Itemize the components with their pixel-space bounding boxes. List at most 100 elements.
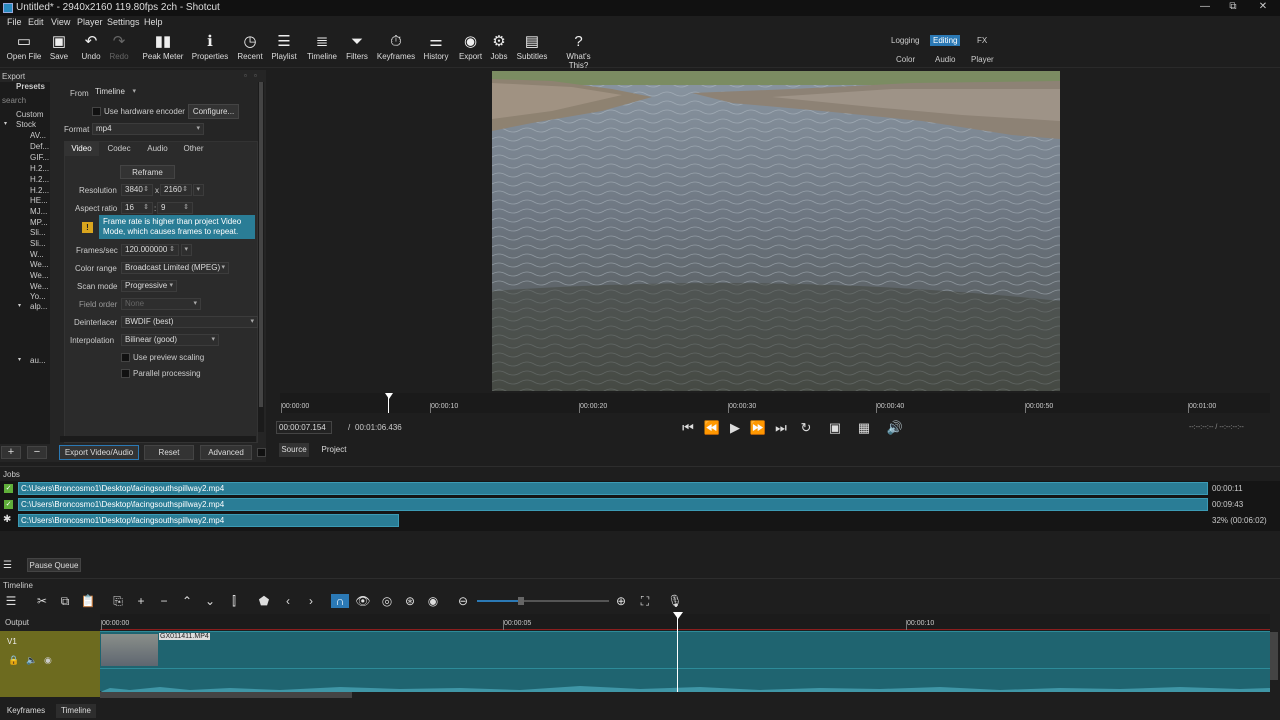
resolution-width-input[interactable]: 3840 ⇕ (121, 184, 153, 196)
save-button[interactable]: ▣ Save (47, 32, 71, 61)
menu-player[interactable]: Player (77, 17, 103, 27)
timeline-ruler[interactable]: 00:00:00 00:00:05 00:00:10 (100, 614, 1270, 630)
add-icon[interactable]: + (132, 594, 150, 608)
marker-icon[interactable]: ⬟ (255, 594, 273, 608)
tab-project[interactable]: Project (316, 443, 352, 457)
preset-item[interactable]: Def... (30, 142, 49, 151)
reframe-button[interactable]: Reframe (120, 165, 175, 179)
player-ruler[interactable]: 00:00:00 00:00:10 00:00:20 00:00:30 00:0… (280, 393, 1270, 413)
tab-keyframes[interactable]: Keyframes (2, 704, 50, 718)
preset-search-input[interactable]: search (2, 96, 26, 105)
timeline-menu-icon[interactable]: ☰ (2, 594, 20, 608)
scrub-icon[interactable]: 👁 (354, 594, 372, 608)
loop-icon[interactable]: ↻ (797, 420, 815, 436)
preset-item[interactable]: H.2... (30, 164, 49, 173)
resolution-preset-select[interactable]: ▾ (193, 184, 204, 196)
ripple-all-icon[interactable]: ⊛ (401, 594, 419, 608)
jobs-button[interactable]: ⚙ Jobs (489, 32, 509, 61)
preset-item[interactable]: HE... (30, 196, 48, 205)
field-order-select[interactable]: None ▾ (121, 298, 201, 310)
preset-item[interactable]: Stock (16, 120, 36, 129)
menu-file[interactable]: File (7, 17, 22, 27)
menu-settings[interactable]: Settings (107, 17, 140, 27)
preset-item[interactable]: We... (30, 271, 49, 280)
parallel-processing-checkbox[interactable] (121, 369, 130, 378)
split-icon[interactable]: ⫿ (225, 594, 243, 609)
reset-button[interactable]: Reset (144, 445, 194, 460)
filters-button[interactable]: ⏷ Filters (344, 32, 370, 61)
grid-icon[interactable]: ▦ (855, 420, 873, 436)
export-video-audio-button[interactable]: Export Video/Audio (59, 445, 139, 460)
preset-item[interactable]: H.2... (30, 186, 49, 195)
preset-item[interactable]: MJ... (30, 207, 47, 216)
playlist-button[interactable]: ☰ Playlist (269, 32, 299, 61)
remove-preset-button[interactable]: − (27, 446, 47, 459)
video-track-clip[interactable]: GX011411.MP4 (100, 631, 1270, 692)
float-icon[interactable]: ▫ (244, 71, 247, 80)
layout-audio[interactable]: Audio (935, 55, 955, 64)
cut-icon[interactable]: ✂ (33, 594, 51, 608)
close-button[interactable]: ✕ (1248, 0, 1278, 14)
zoom-in-icon[interactable]: ⊕ (612, 594, 630, 608)
append-icon[interactable]: ⎘ (109, 594, 127, 609)
expand-arrow-icon[interactable]: ▾ (18, 302, 21, 309)
ripple-icon[interactable]: ◎ (378, 594, 396, 608)
skip-next-icon[interactable]: ⏭ (772, 420, 790, 436)
mute-icon[interactable]: 🔈 (26, 655, 37, 666)
tab-source[interactable]: Source (279, 443, 309, 457)
recent-button[interactable]: ◷ Recent (235, 32, 265, 61)
record-audio-icon[interactable]: 🎙 (666, 594, 684, 608)
layout-logging[interactable]: Logging (891, 36, 919, 45)
tab-codec[interactable]: Codec (101, 142, 137, 156)
lift-icon[interactable]: ⌃ (178, 594, 196, 608)
paste-icon[interactable]: 📋 (79, 594, 97, 608)
timecode-input[interactable]: 00:00:07.154 (276, 421, 332, 434)
next-marker-icon[interactable]: › (302, 594, 320, 608)
lock-icon[interactable]: 🔒 (8, 655, 19, 666)
preset-item[interactable]: We... (30, 282, 49, 291)
redo-button[interactable]: ↷ Redo (108, 32, 130, 61)
preset-item[interactable]: MP... (30, 218, 48, 227)
restore-button[interactable]: ⧉ (1218, 0, 1248, 14)
job-row[interactable]: C:\Users\Broncosmo1\Desktop\facingsouths… (18, 482, 1208, 495)
advanced-button[interactable]: Advanced (200, 445, 252, 460)
fps-input[interactable]: 120.000000 ⇕ (121, 244, 179, 256)
timeline-vertical-scrollbar[interactable] (1270, 632, 1278, 680)
fps-preset-select[interactable]: ▾ (181, 244, 192, 256)
volume-icon[interactable]: 🔊 (886, 420, 904, 436)
previous-marker-icon[interactable]: ‹ (279, 594, 297, 608)
timeline-playhead[interactable] (677, 612, 678, 692)
layout-player[interactable]: Player (971, 55, 994, 64)
job-row[interactable]: C:\Users\Broncosmo1\Desktop\facingsouths… (18, 514, 399, 527)
menu-help[interactable]: Help (144, 17, 163, 27)
open-file-button[interactable]: ▭ Open File (5, 32, 43, 61)
preview-scaling-checkbox[interactable] (121, 353, 130, 362)
preset-item[interactable]: au... (30, 356, 46, 365)
preset-item[interactable]: H.2... (30, 175, 49, 184)
export-button[interactable]: ◉ Export (457, 32, 484, 61)
deinterlacer-select[interactable]: BWDIF (best) ▾ (121, 316, 258, 328)
zoom-slider[interactable] (477, 597, 609, 605)
resolution-height-input[interactable]: 2160 ⇕ (160, 184, 192, 196)
track-header-v1[interactable]: V1 🔒 🔈 ◉ (0, 631, 100, 697)
layout-editing[interactable]: Editing (930, 35, 961, 46)
aspect-width-input[interactable]: 16 ⇕ (121, 202, 153, 214)
horizontal-scrollbar[interactable] (60, 436, 256, 442)
preset-item[interactable]: GIF... (30, 153, 49, 162)
whats-this-button[interactable]: ? What's This? (556, 32, 601, 70)
scan-mode-select[interactable]: Progressive ▾ (121, 280, 177, 292)
layout-fx[interactable]: FX (977, 36, 987, 45)
overwrite-icon[interactable]: ⌄ (201, 594, 219, 608)
configure-button[interactable]: Configure... (188, 104, 239, 119)
pause-queue-button[interactable]: Pause Queue (27, 558, 81, 572)
close-panel-icon[interactable]: ▫ (254, 71, 257, 80)
copy-icon[interactable]: ⧉ (56, 594, 74, 609)
timeline-button[interactable]: ≣ Timeline (304, 32, 340, 61)
advanced-toggle-checkbox[interactable] (257, 448, 266, 457)
preset-item[interactable]: Sli... (30, 228, 46, 237)
vertical-scrollbar[interactable] (258, 82, 264, 432)
undo-button[interactable]: ↶ Undo (78, 32, 104, 61)
jobs-menu-button[interactable]: ☰ (3, 560, 12, 571)
visibility-icon[interactable]: ◉ (44, 655, 52, 666)
zoom-fit-icon[interactable]: ⛶ (636, 594, 654, 609)
